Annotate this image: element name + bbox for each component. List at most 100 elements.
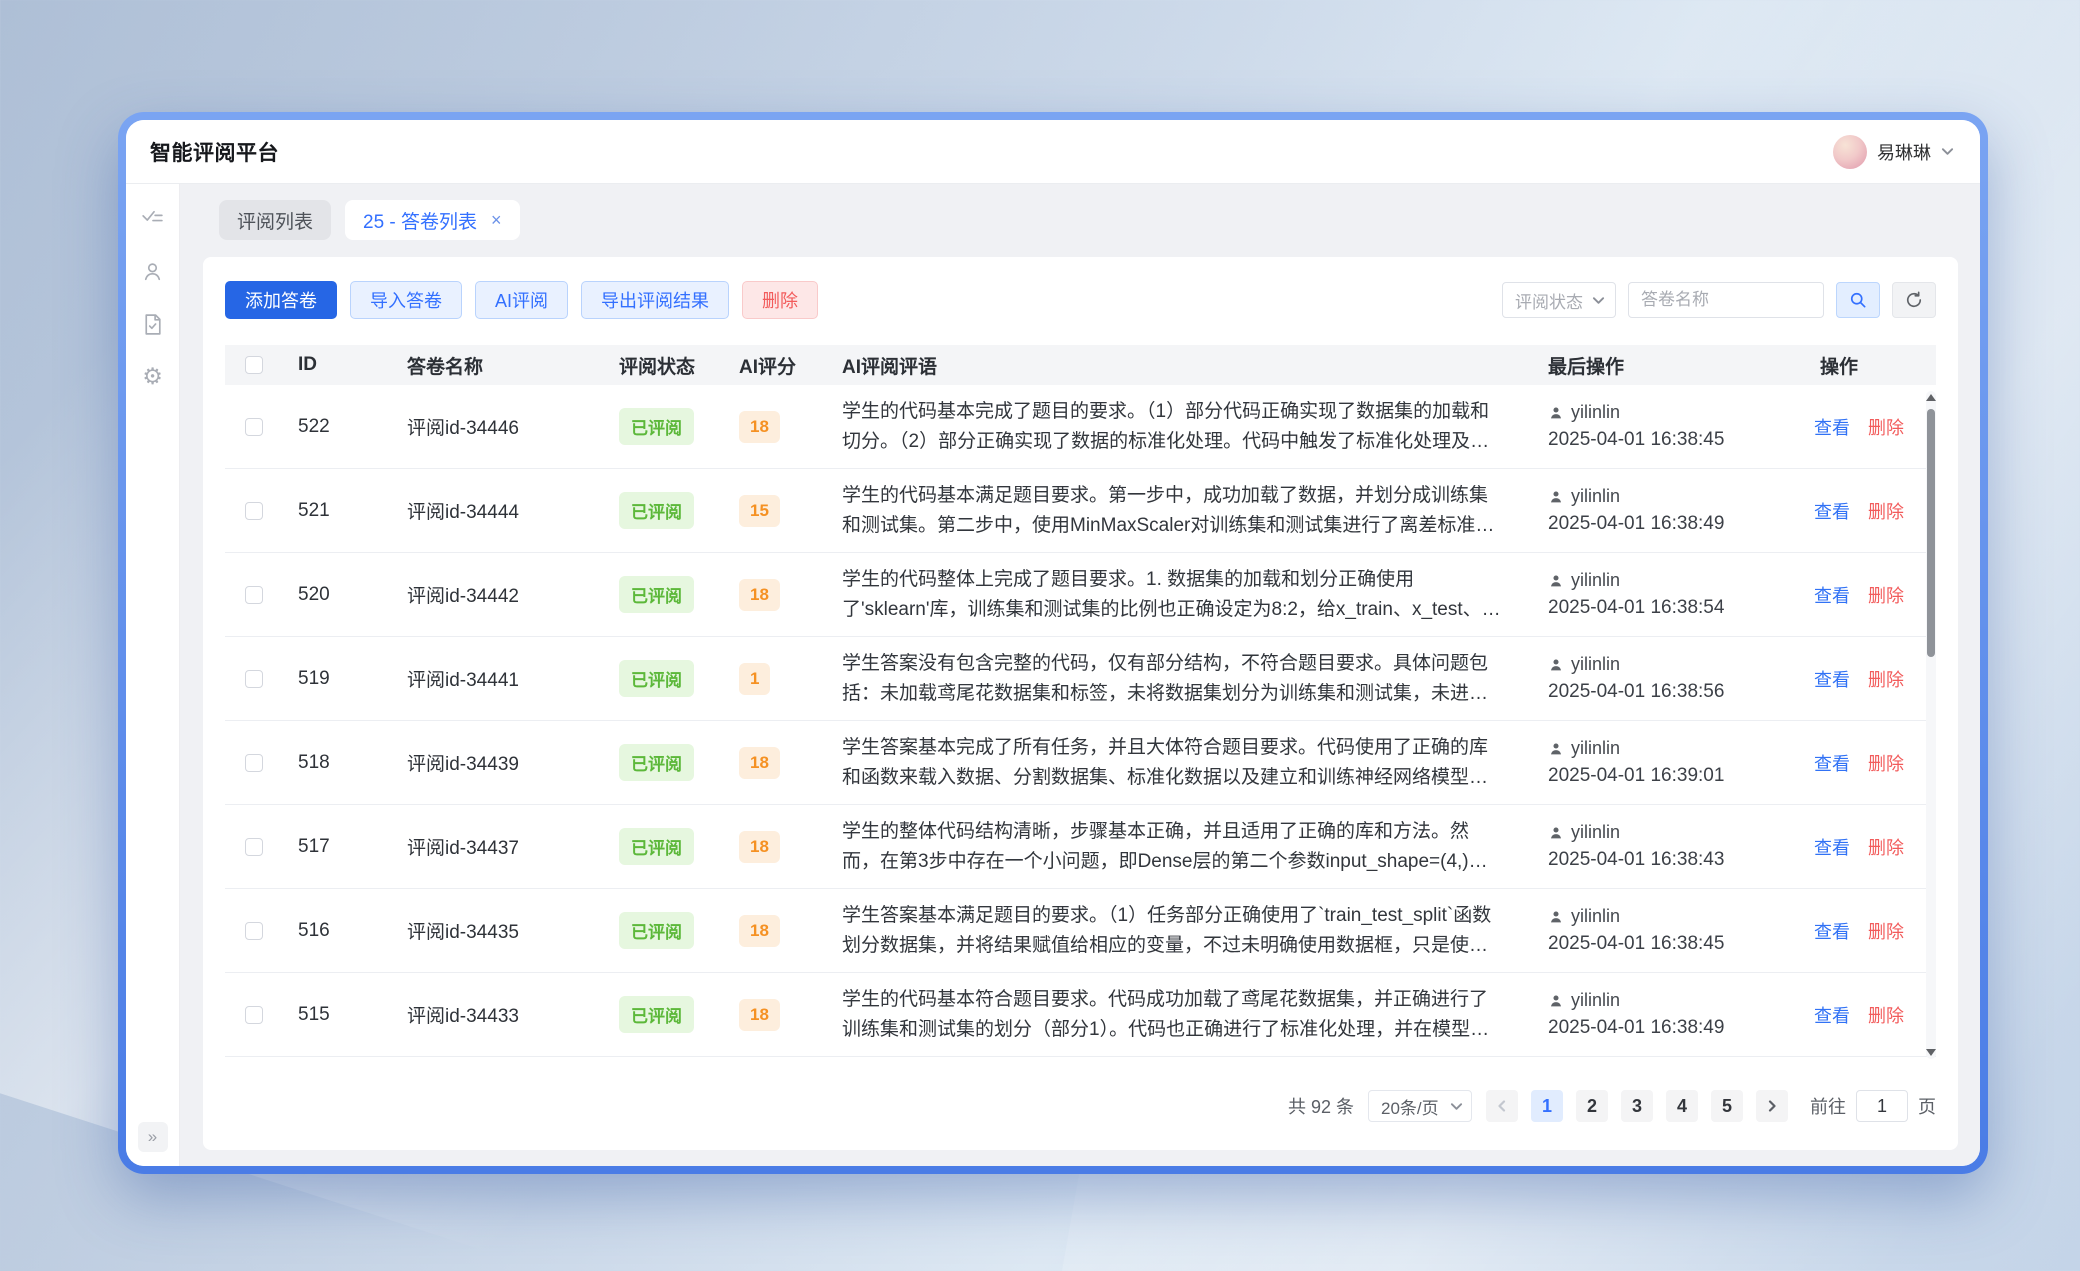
ai-review-button[interactable]: AI评阅 — [475, 281, 568, 319]
status-badge: 已评阅 — [619, 408, 694, 445]
content-card: 添加答卷 导入答卷 AI评阅 导出评阅结果 删除 评阅状态 — [203, 257, 1958, 1150]
status-badge: 已评阅 — [619, 828, 694, 865]
cell-name: 评阅id-34444 — [395, 497, 607, 524]
view-link[interactable]: 查看 — [1814, 666, 1850, 692]
sidebar-item-settings[interactable]: ⚙ — [133, 357, 173, 397]
column-header-comment: AI评阅评语 — [827, 352, 1536, 379]
cell-id: 517 — [283, 836, 395, 858]
sidebar-item-papers[interactable] — [133, 304, 173, 344]
delete-link[interactable]: 删除 — [1868, 582, 1904, 608]
select-all-checkbox[interactable] — [245, 356, 263, 374]
row-checkbox[interactable] — [245, 502, 263, 520]
column-header-id: ID — [283, 354, 395, 376]
page-size-select[interactable]: 20条/页 — [1368, 1090, 1472, 1122]
operation-time: 2025-04-01 16:38:56 — [1548, 681, 1786, 703]
sidebar-item-review-list[interactable] — [133, 198, 173, 238]
tab-answer-list[interactable]: 25 - 答卷列表 × — [345, 200, 520, 240]
goto-page-input[interactable] — [1856, 1090, 1908, 1122]
import-answer-button[interactable]: 导入答卷 — [350, 281, 462, 319]
avatar[interactable] — [1833, 135, 1867, 169]
checklist-icon — [140, 206, 165, 231]
cell-actions: 查看 删除 — [1786, 834, 1936, 860]
select-placeholder: 评阅状态 — [1515, 288, 1583, 313]
add-answer-button[interactable]: 添加答卷 — [225, 281, 337, 319]
operation-time: 2025-04-01 16:39:01 — [1548, 765, 1786, 787]
score-badge: 1 — [739, 663, 770, 695]
prev-page-button[interactable] — [1486, 1090, 1518, 1122]
view-link[interactable]: 查看 — [1814, 834, 1850, 860]
page-button-5[interactable]: 5 — [1711, 1090, 1743, 1122]
app-header: 智能评阅平台 易琳琳 — [126, 120, 1980, 184]
table-row: 516 评阅id-34435 已评阅 18 学生答案基本满足题目的要求。（1）任… — [225, 889, 1936, 973]
row-checkbox[interactable] — [245, 922, 263, 940]
delete-button[interactable]: 删除 — [742, 281, 818, 319]
goto-label: 前往 — [1810, 1093, 1846, 1119]
view-link[interactable]: 查看 — [1814, 582, 1850, 608]
user-menu[interactable]: 易琳琳 — [1833, 135, 1954, 169]
delete-link[interactable]: 删除 — [1868, 918, 1904, 944]
table-row: 517 评阅id-34437 已评阅 18 学生的整体代码结构清晰，步骤基本正确… — [225, 805, 1936, 889]
operator-name: yilinlin — [1571, 822, 1620, 843]
view-link[interactable]: 查看 — [1814, 1002, 1850, 1028]
user-icon — [1548, 657, 1564, 673]
tab-review-list[interactable]: 评阅列表 — [219, 200, 331, 240]
sidebar-expand-button[interactable]: » — [138, 1122, 168, 1152]
operator-name: yilinlin — [1571, 486, 1620, 507]
view-link[interactable]: 查看 — [1814, 918, 1850, 944]
status-badge: 已评阅 — [619, 996, 694, 1033]
status-badge: 已评阅 — [619, 744, 694, 781]
cell-name: 评阅id-34439 — [395, 749, 607, 776]
row-checkbox[interactable] — [245, 838, 263, 856]
cell-actions: 查看 删除 — [1786, 750, 1936, 776]
row-checkbox[interactable] — [245, 1006, 263, 1024]
table-row: 519 评阅id-34441 已评阅 1 学生答案没有包含完整的代码，仅有部分结… — [225, 637, 1936, 721]
delete-link[interactable]: 删除 — [1868, 750, 1904, 776]
cell-id: 519 — [283, 668, 395, 690]
score-badge: 18 — [739, 999, 780, 1031]
delete-link[interactable]: 删除 — [1868, 834, 1904, 860]
page-button-2[interactable]: 2 — [1576, 1090, 1608, 1122]
refresh-icon — [1904, 290, 1924, 310]
cell-id: 521 — [283, 500, 395, 522]
table-scrollbar[interactable] — [1926, 391, 1936, 1059]
scroll-up-arrow[interactable] — [1926, 394, 1936, 401]
tab-close-icon[interactable]: × — [491, 211, 502, 229]
export-results-button[interactable]: 导出评阅结果 — [581, 281, 729, 319]
table-header: ID 答卷名称 评阅状态 AI评分 AI评阅评语 最后操作 操作 — [225, 345, 1936, 385]
scroll-down-arrow[interactable] — [1926, 1049, 1936, 1056]
app-title: 智能评阅平台 — [150, 137, 279, 167]
cell-name: 评阅id-34441 — [395, 665, 607, 692]
row-checkbox[interactable] — [245, 754, 263, 772]
status-filter-select[interactable]: 评阅状态 — [1502, 282, 1616, 318]
operation-time: 2025-04-01 16:38:45 — [1548, 429, 1786, 451]
sidebar-item-users[interactable] — [133, 251, 173, 291]
view-link[interactable]: 查看 — [1814, 498, 1850, 524]
scrollbar-thumb[interactable] — [1927, 409, 1935, 657]
view-link[interactable]: 查看 — [1814, 750, 1850, 776]
score-badge: 18 — [739, 579, 780, 611]
total-count: 共 92 条 — [1288, 1093, 1354, 1119]
row-checkbox[interactable] — [245, 586, 263, 604]
operator-name: yilinlin — [1571, 402, 1620, 423]
next-page-button[interactable] — [1756, 1090, 1788, 1122]
delete-link[interactable]: 删除 — [1868, 414, 1904, 440]
delete-link[interactable]: 删除 — [1868, 1002, 1904, 1028]
page-button-4[interactable]: 4 — [1666, 1090, 1698, 1122]
table-row: 518 评阅id-34439 已评阅 18 学生答案基本完成了所有任务，并且大体… — [225, 721, 1936, 805]
cell-comment: 学生的代码基本完成了题目的要求。（1）部分代码正确实现了数据集的加载和切分。（2… — [842, 397, 1502, 457]
row-checkbox[interactable] — [245, 418, 263, 436]
delete-link[interactable]: 删除 — [1868, 498, 1904, 524]
user-icon — [1548, 405, 1564, 421]
row-checkbox[interactable] — [245, 670, 263, 688]
cell-actions: 查看 删除 — [1786, 666, 1936, 692]
page-button-3[interactable]: 3 — [1621, 1090, 1653, 1122]
answer-name-input[interactable] — [1628, 282, 1824, 318]
refresh-button[interactable] — [1892, 282, 1936, 318]
page-button-1[interactable]: 1 — [1531, 1090, 1563, 1122]
view-link[interactable]: 查看 — [1814, 414, 1850, 440]
chevron-down-icon — [1941, 145, 1954, 158]
cell-actions: 查看 删除 — [1786, 1002, 1936, 1028]
search-button[interactable] — [1836, 282, 1880, 318]
delete-link[interactable]: 删除 — [1868, 666, 1904, 692]
status-badge: 已评阅 — [619, 660, 694, 697]
